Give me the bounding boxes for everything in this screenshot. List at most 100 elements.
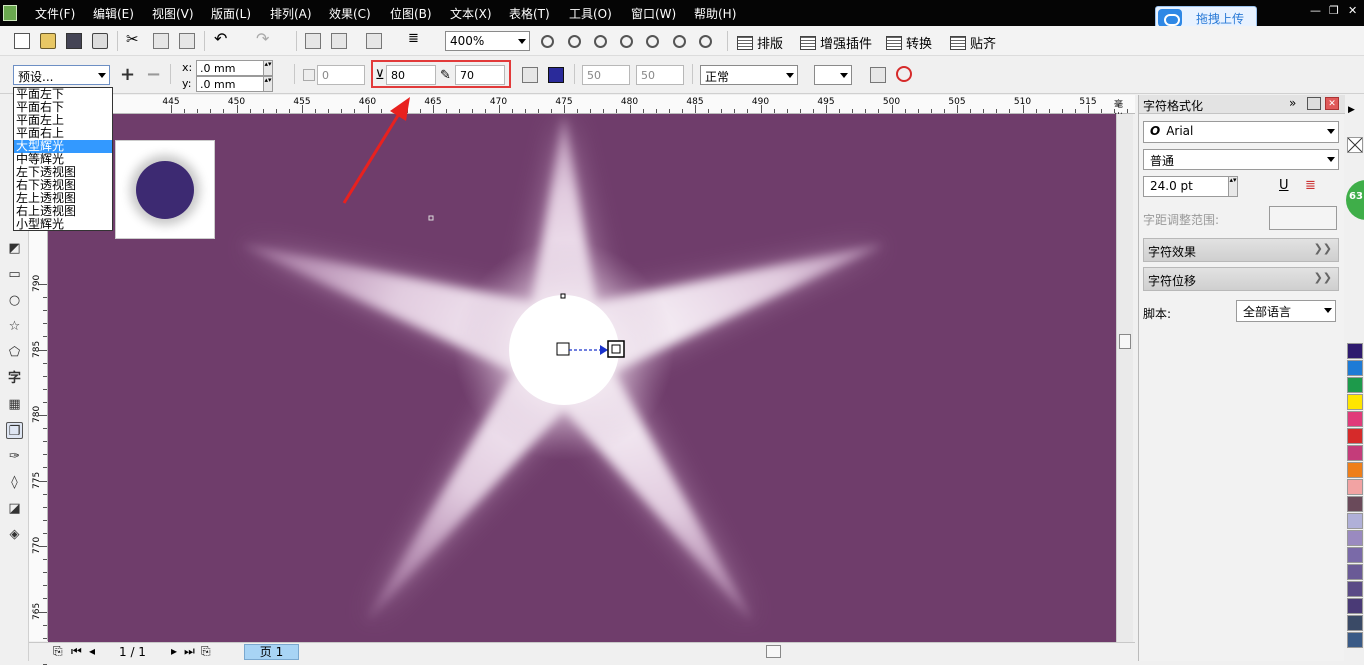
color-swatch[interactable] — [1347, 411, 1363, 427]
node-handle[interactable] — [560, 293, 566, 299]
preset-select[interactable]: 预设... — [13, 65, 110, 85]
menu-item[interactable]: 表格(T) — [509, 5, 550, 22]
ellipse-tool-icon[interactable]: ○ — [6, 292, 23, 309]
color-swatch[interactable] — [1347, 598, 1363, 614]
no-color-swatch[interactable] — [1347, 137, 1363, 153]
cut-icon[interactable]: ✂ — [126, 30, 142, 48]
page-tab[interactable]: 页 1 — [244, 644, 299, 660]
zoom-height-icon[interactable] — [699, 35, 712, 48]
shadow-tool-icon[interactable]: ❐ — [6, 422, 23, 439]
insert-page-icon[interactable]: ⎘ — [201, 644, 211, 659]
minimize-docker-icon[interactable] — [1307, 97, 1321, 110]
color-swatch[interactable] — [1347, 496, 1363, 512]
font-select[interactable]: O Arial — [1143, 121, 1339, 143]
menu-item[interactable]: 位图(B) — [390, 5, 432, 22]
close-docker-icon[interactable]: ✕ — [1325, 97, 1339, 110]
minimize-icon[interactable]: — — [1310, 4, 1321, 17]
rectangle-tool-icon[interactable]: ▭ — [6, 266, 23, 283]
add-page-icon[interactable]: ⎘ — [53, 644, 63, 659]
font-size-field[interactable]: 24.0 pt — [1143, 176, 1229, 197]
menu-item[interactable]: 排列(A) — [270, 5, 312, 22]
x-field[interactable]: .0 mm — [196, 60, 264, 76]
menu-item[interactable]: 文本(X) — [450, 5, 492, 22]
stretch-field[interactable]: 50 — [582, 65, 630, 85]
preset-option[interactable]: 小型辉光 — [14, 218, 112, 231]
publish-icon[interactable] — [366, 33, 382, 49]
eyedropper-tool-icon[interactable]: ✑ — [6, 448, 23, 465]
shadow-start-handle[interactable] — [556, 342, 570, 356]
open-folder-icon[interactable] — [40, 33, 56, 49]
menu-item[interactable]: 编辑(E) — [93, 5, 134, 22]
fade-direction-icon[interactable] — [522, 67, 538, 83]
remove-preset-icon[interactable]: − — [146, 64, 161, 85]
character-shift-section[interactable]: 字符位移 ❯❯ — [1143, 267, 1339, 291]
star-tool-icon[interactable]: ☆ — [6, 318, 23, 335]
print-icon[interactable] — [92, 33, 108, 49]
script-select[interactable]: 全部语言 — [1236, 300, 1336, 322]
text-tool-icon[interactable]: 字 — [6, 370, 23, 387]
palette-scroll-icon[interactable]: ▶ — [1348, 105, 1355, 115]
font-style-select[interactable]: 普通 — [1143, 149, 1339, 170]
table-tool-icon[interactable]: ▦ — [6, 396, 23, 413]
redo-icon[interactable]: ↷ — [256, 29, 272, 48]
underline-icon[interactable]: U — [1279, 178, 1289, 193]
color-swatch[interactable] — [1347, 581, 1363, 597]
bucket-tool-icon[interactable]: ◪ — [6, 500, 23, 517]
color-swatch[interactable] — [1347, 377, 1363, 393]
color-swatch[interactable] — [1347, 530, 1363, 546]
prev-page-icon[interactable]: ◂ — [89, 644, 95, 658]
horizontal-scroll-thumb[interactable] — [766, 645, 781, 658]
fade-field[interactable]: 50 — [636, 65, 684, 85]
zoom-selected-icon[interactable] — [594, 35, 607, 48]
next-page-icon[interactable]: ▸ — [171, 644, 177, 658]
offset-field[interactable]: 0 — [317, 65, 365, 85]
x-spinner[interactable]: ▴▾ — [263, 60, 273, 76]
zoom-out-icon[interactable] — [568, 35, 581, 48]
color-swatch[interactable] — [1347, 479, 1363, 495]
color-swatch[interactable] — [1347, 360, 1363, 376]
clear-shadow-icon[interactable] — [896, 66, 912, 82]
add-preset-icon[interactable]: + — [120, 64, 135, 85]
undo-icon[interactable]: ↶ — [214, 29, 230, 48]
menu-item[interactable]: 文件(F) — [35, 5, 75, 22]
color-swatch[interactable] — [1347, 564, 1363, 580]
first-page-icon[interactable]: ⏮ — [71, 644, 82, 659]
color-swatch[interactable] — [1347, 394, 1363, 410]
copy-icon[interactable] — [153, 33, 169, 49]
color-swatch[interactable] — [1347, 513, 1363, 529]
shadow-end-handle[interactable] — [607, 340, 625, 358]
layout-button[interactable]: 排版 — [737, 33, 783, 52]
expand-icon[interactable]: » — [1289, 96, 1296, 110]
close-icon[interactable]: ✕ — [1348, 4, 1357, 17]
color-swatch[interactable] — [1347, 445, 1363, 461]
outline-tool-icon[interactable]: ◊ — [6, 474, 23, 491]
shadow-color-picker[interactable] — [814, 65, 852, 85]
y-spinner[interactable]: ▴▾ — [263, 76, 273, 92]
shadow-color-icon[interactable] — [548, 67, 564, 83]
export-icon[interactable] — [331, 33, 347, 49]
fill-tool-icon[interactable]: ◩ — [6, 240, 23, 257]
zoom-in-icon[interactable] — [541, 35, 554, 48]
small-node[interactable] — [428, 215, 434, 221]
vertical-scrollbar[interactable] — [1116, 114, 1133, 642]
zoom-width-icon[interactable] — [673, 35, 686, 48]
menu-item[interactable]: 视图(V) — [152, 5, 194, 22]
merge-mode-select[interactable]: 正常 — [700, 65, 798, 85]
menu-item[interactable]: 工具(O) — [569, 5, 612, 22]
snap-button[interactable]: 贴齐 — [950, 33, 996, 52]
save-icon[interactable] — [66, 33, 82, 49]
scroll-thumb[interactable] — [1119, 334, 1131, 349]
text-align-icon[interactable]: ≣ — [1305, 178, 1316, 193]
copy-shadow-icon[interactable] — [870, 67, 886, 83]
zoom-select[interactable]: 400% — [445, 31, 530, 51]
color-swatch[interactable] — [1347, 462, 1363, 478]
menu-item[interactable]: 效果(C) — [329, 5, 371, 22]
last-page-icon[interactable]: ⏭ — [184, 644, 195, 659]
restore-icon[interactable]: ❐ — [1329, 4, 1339, 17]
kerning-field[interactable] — [1269, 206, 1337, 230]
zoom-all-icon[interactable] — [620, 35, 633, 48]
list-icon[interactable]: ≣ — [408, 31, 424, 47]
color-swatch[interactable] — [1347, 632, 1363, 648]
paste-icon[interactable] — [179, 33, 195, 49]
character-effects-section[interactable]: 字符效果 ❯❯ — [1143, 238, 1339, 262]
